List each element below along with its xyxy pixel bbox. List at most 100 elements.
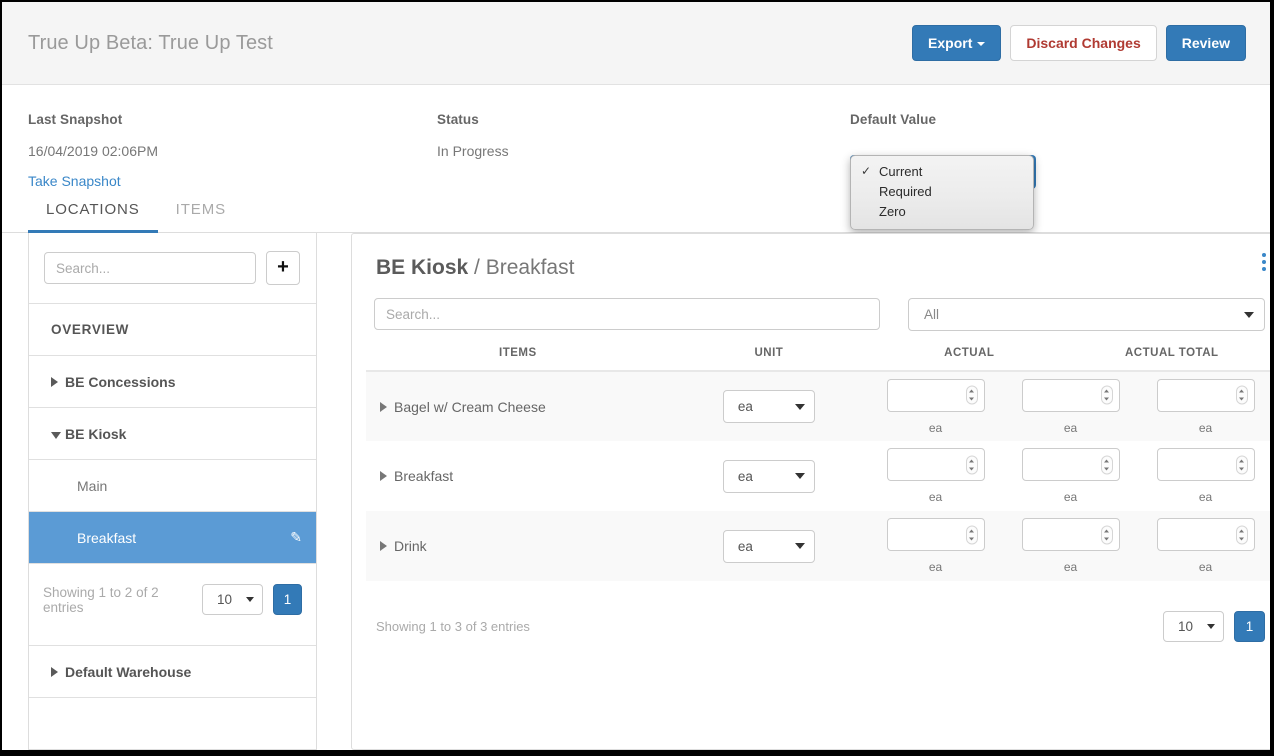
app-window: True Up Beta: True Up Test Export Discar… [2, 2, 1270, 750]
row-actual-total-input[interactable] [1157, 379, 1255, 412]
discard-changes-button[interactable]: Discard Changes [1010, 25, 1156, 61]
default-value-label: Default Value [850, 112, 1036, 127]
row-actual-input-2-wrap: ea [1022, 448, 1120, 504]
default-value-option-zero[interactable]: Zero [851, 202, 1033, 222]
row-actual-total-input-wrap: ea [1157, 518, 1255, 574]
sidebar-item-overview[interactable]: OVERVIEW [29, 303, 316, 355]
check-icon: ✓ [861, 163, 871, 179]
row-actual-total-input[interactable] [1157, 448, 1255, 481]
sidebar-item-main[interactable]: Main [29, 459, 316, 511]
sidebar-item-overview-label: OVERVIEW [51, 322, 129, 337]
panel-breadcrumb-location: BE Kiosk [376, 256, 468, 279]
spinner-icon[interactable] [1101, 386, 1113, 405]
panel-controls: All [366, 298, 1270, 331]
row-expander[interactable]: Bagel w/ Cream Cheese [366, 399, 670, 415]
panel-filter-value: All [924, 307, 939, 322]
row-unit-value: ea [738, 469, 753, 484]
row-actual-input-2[interactable] [1022, 518, 1120, 551]
row-actual-input-2[interactable] [1022, 379, 1120, 412]
chevron-down-icon [977, 42, 985, 46]
take-snapshot-link[interactable]: Take Snapshot [28, 173, 437, 189]
row-actual-input-1[interactable] [887, 379, 985, 412]
row-unit-cell: ea [670, 441, 868, 511]
items-table: ITEMS UNIT ACTUAL ACTUAL TOTAL Bagel w/ … [366, 347, 1270, 581]
panel-options-kebab-icon[interactable] [1255, 250, 1270, 274]
default-value-option-required[interactable]: Required [851, 182, 1033, 202]
sidebar-item-be-concessions[interactable]: BE Concessions [29, 355, 316, 407]
row-actual-input-1[interactable] [887, 448, 985, 481]
sidebar-entries-text: Showing 1 to 2 of 2 entries [43, 585, 192, 615]
page-title: True Up Beta: True Up Test [28, 32, 273, 55]
row-actual-input-2-wrap: ea [1022, 379, 1120, 435]
table-header-row: ITEMS UNIT ACTUAL ACTUAL TOTAL [366, 347, 1270, 371]
default-value-option-current[interactable]: ✓ Current [851, 162, 1033, 182]
panel-search-input[interactable] [374, 298, 880, 330]
row-actual-cells: ea ea [868, 371, 1270, 441]
spinner-icon[interactable] [1101, 455, 1113, 474]
row-unit-select[interactable]: ea [723, 390, 815, 423]
chevron-right-icon [51, 667, 58, 677]
row-item-cell: Breakfast [366, 441, 670, 511]
row-expander[interactable]: Breakfast [366, 468, 670, 484]
top-bar: True Up Beta: True Up Test Export Discar… [2, 2, 1270, 85]
chevron-down-icon [1207, 624, 1215, 629]
sidebar-page-size-select[interactable]: 10 [202, 584, 263, 615]
default-value-options-popup: ✓ Current Required Zero [850, 155, 1034, 230]
panel-filter-select[interactable]: All [908, 298, 1265, 331]
edit-pencil-icon[interactable]: ✎ [290, 529, 302, 546]
panel-page-1-button[interactable]: 1 [1234, 611, 1265, 642]
sidebar-item-default-warehouse[interactable]: Default Warehouse [29, 645, 316, 697]
panel-pagination: Showing 1 to 3 of 3 entries 10 1 [366, 581, 1270, 642]
items-panel: BE Kiosk / Breakfast All ITEMS UNIT ACTU… [351, 233, 1270, 750]
row-actual-input-2[interactable] [1022, 448, 1120, 481]
review-button[interactable]: Review [1166, 25, 1246, 61]
panel-page-size-select[interactable]: 10 [1163, 611, 1224, 642]
row-actual-input-1-wrap: ea [887, 379, 985, 435]
sidebar-item-breakfast[interactable]: Breakfast ✎ [29, 511, 316, 563]
panel-breadcrumb: BE Kiosk / Breakfast [376, 256, 1270, 280]
row-actual-input-1[interactable] [887, 518, 985, 551]
items-table-head: ITEMS UNIT ACTUAL ACTUAL TOTAL [366, 347, 1270, 371]
export-button[interactable]: Export [912, 25, 1001, 61]
row-unit-select[interactable]: ea [723, 530, 815, 563]
row-actual-cells: ea ea [868, 511, 1270, 581]
row-actual-cells: ea ea [868, 441, 1270, 511]
chevron-right-icon [380, 471, 387, 481]
row-actual-input-2-wrap: ea [1022, 518, 1120, 574]
tab-locations[interactable]: LOCATIONS [28, 201, 158, 233]
row-unit-value: ea [738, 539, 753, 554]
chevron-down-icon [795, 473, 805, 479]
spinner-icon[interactable] [966, 525, 978, 544]
row-actual-unit-2: ea [1064, 421, 1077, 435]
spinner-icon[interactable] [1236, 455, 1248, 474]
row-unit-cell: ea [670, 371, 868, 441]
sidebar-search-input[interactable] [44, 252, 256, 284]
sidebar-item-be-kiosk[interactable]: BE Kiosk [29, 407, 316, 459]
spinner-icon[interactable] [1236, 525, 1248, 544]
add-location-button[interactable]: + [266, 251, 300, 285]
sidebar-page-size-value: 10 [217, 592, 232, 607]
export-button-label: Export [928, 35, 972, 51]
row-item-name: Drink [394, 538, 427, 554]
spinner-icon[interactable] [1101, 525, 1113, 544]
row-actual-input-1-wrap: ea [887, 518, 985, 574]
tab-items[interactable]: ITEMS [158, 201, 244, 233]
row-actual-total-input-wrap: ea [1157, 448, 1255, 504]
spinner-icon[interactable] [1236, 386, 1248, 405]
default-value-option-required-label: Required [879, 184, 932, 199]
row-item-name: Bagel w/ Cream Cheese [394, 399, 546, 415]
table-row: Breakfast ea [366, 441, 1270, 511]
spinner-icon[interactable] [966, 386, 978, 405]
chevron-right-icon [380, 402, 387, 412]
column-header-actual-total: ACTUAL TOTAL [1071, 347, 1270, 371]
row-unit-select[interactable]: ea [723, 460, 815, 493]
sidebar-page-1-button[interactable]: 1 [273, 584, 302, 615]
kebab-dot [1262, 253, 1266, 257]
row-actual-input-1-wrap: ea [887, 448, 985, 504]
top-bar-actions: Export Discard Changes Review [912, 25, 1246, 61]
spinner-icon[interactable] [966, 455, 978, 474]
row-actual-total-input[interactable] [1157, 518, 1255, 551]
row-item-cell: Bagel w/ Cream Cheese [366, 371, 670, 441]
sidebar-item-extra[interactable] [29, 697, 316, 749]
row-expander[interactable]: Drink [366, 538, 670, 554]
